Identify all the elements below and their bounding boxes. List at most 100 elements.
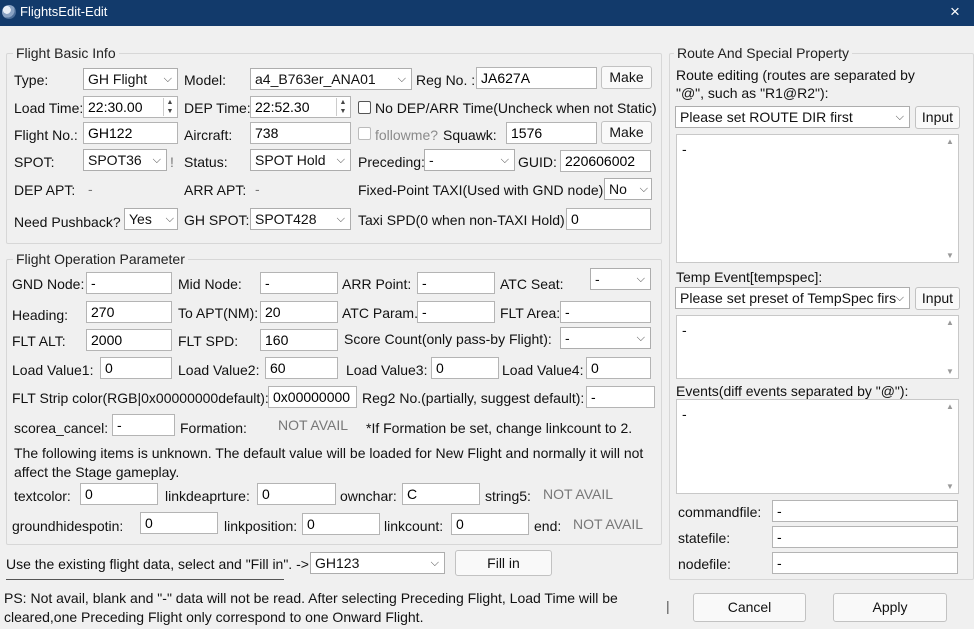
scroll-up-icon[interactable]: ▲	[943, 137, 957, 146]
linkpos-input[interactable]: 0	[302, 513, 380, 535]
spot-select[interactable]: SPOT36 ⌵	[83, 149, 167, 171]
events-textarea[interactable]: - ▲ ▼	[676, 399, 959, 494]
reg-input[interactable]: JA627A	[476, 67, 597, 89]
fltalt-label: FLT ALT:	[12, 333, 66, 349]
statefile-input[interactable]: -	[772, 526, 958, 548]
heading-input[interactable]: 270	[86, 301, 172, 323]
ghspot-select[interactable]: SPOT428 ⌵	[250, 208, 351, 230]
route-textarea[interactable]: - ▲ ▼	[676, 134, 959, 263]
title-bar: FlightsEdit-Edit ×	[0, 0, 974, 26]
scroll-down-icon[interactable]: ▼	[943, 367, 957, 376]
route-text: -	[682, 141, 687, 157]
scroll-up-icon[interactable]: ▲	[943, 402, 957, 411]
deptime-spinner[interactable]: ▲ ▼	[336, 98, 349, 116]
temp-input-button[interactable]: Input	[915, 287, 960, 310]
type-label: Type:	[14, 72, 49, 88]
nodep-checkbox[interactable]	[358, 101, 371, 114]
arrpoint-input[interactable]: -	[417, 272, 495, 294]
temp-textarea[interactable]: - ▲ ▼	[676, 315, 959, 379]
textcolor-label: textcolor:	[14, 488, 71, 504]
end-label: end:	[534, 518, 562, 534]
followme-checkbox[interactable]	[358, 127, 371, 140]
make-reg-button[interactable]: Make	[601, 66, 652, 89]
followme-label: followme?	[375, 127, 439, 143]
scroll-down-icon[interactable]: ▼	[943, 482, 957, 491]
route-input-button[interactable]: Input	[915, 106, 960, 129]
squawk-label: Squawk:	[443, 127, 497, 143]
loadtime-input[interactable]: 22:30.00 ▲ ▼	[83, 96, 178, 118]
depapt-label: DEP APT:	[14, 182, 76, 198]
flightno-input[interactable]: GH122	[83, 122, 178, 144]
status-select[interactable]: SPOT Hold ⌵	[250, 149, 351, 171]
spin-down-icon[interactable]: ▼	[337, 107, 349, 116]
squawk-input[interactable]: 1576	[506, 122, 597, 144]
ghspot-value: SPOT428	[255, 211, 317, 227]
close-icon[interactable]: ×	[950, 2, 960, 22]
aircraft-input[interactable]: 738	[250, 122, 351, 144]
lv3-input[interactable]: 0	[431, 357, 499, 379]
arrpoint-label: ARR Point:	[342, 276, 412, 292]
mid-input[interactable]: -	[260, 272, 338, 294]
atcparam-label: ATC Param.:	[342, 305, 422, 321]
fltalt-input[interactable]: 2000	[86, 329, 172, 351]
toapt-input[interactable]: 20	[260, 301, 338, 323]
scroll-up-icon[interactable]: ▲	[943, 318, 957, 327]
guid-input[interactable]: 220606002	[560, 150, 651, 172]
loadtime-spinner[interactable]: ▲ ▼	[163, 98, 176, 116]
nodep-label: No DEP/ARR Time(Uncheck when not Static)	[375, 100, 657, 116]
scorea-input[interactable]: -	[112, 414, 175, 436]
preceding-select[interactable]: - ⌵	[424, 149, 515, 171]
fixedtaxi-select[interactable]: No ⌵	[604, 178, 652, 200]
textcolor-input[interactable]: 0	[80, 483, 158, 505]
lv2-input[interactable]: 60	[265, 357, 338, 379]
fltarea-input[interactable]: -	[560, 301, 651, 323]
chevron-down-icon: ⌵	[152, 154, 161, 166]
cancel-button[interactable]: Cancel	[693, 593, 806, 622]
events-scrollbar[interactable]: ▲ ▼	[943, 401, 957, 492]
model-value: a4_B763er_ANA01	[255, 71, 376, 87]
linkdep-input[interactable]: 0	[257, 483, 336, 505]
fill-in-button[interactable]: Fill in	[455, 550, 552, 576]
spin-up-icon[interactable]: ▲	[337, 98, 349, 107]
type-select[interactable]: GH Flight ⌵	[83, 68, 178, 90]
route-dir-select[interactable]: Please set ROUTE DIR first ⌵	[675, 106, 910, 128]
apply-button[interactable]: Apply	[833, 593, 947, 622]
spin-up-icon[interactable]: ▲	[164, 98, 176, 107]
taxispd-input[interactable]: 0	[566, 208, 651, 230]
ownchar-input[interactable]: C	[402, 483, 480, 505]
chevron-down-icon: ⌵	[397, 73, 406, 85]
commandfile-input[interactable]: -	[772, 500, 958, 522]
deptime-input[interactable]: 22:52.30 ▲ ▼	[250, 96, 351, 118]
ghide-input[interactable]: 0	[140, 512, 218, 534]
nodefile-input[interactable]: -	[772, 552, 958, 574]
score-select[interactable]: - ⌵	[560, 327, 651, 349]
reg2-input[interactable]: -	[586, 386, 655, 408]
lv1-input[interactable]: 0	[100, 357, 172, 379]
pushback-value: Yes	[129, 211, 152, 227]
string5-label: string5:	[485, 488, 531, 504]
atcparam-input[interactable]: -	[417, 301, 495, 323]
atcseat-select[interactable]: - ⌵	[590, 268, 651, 290]
spin-down-icon[interactable]: ▼	[164, 107, 176, 116]
pushback-select[interactable]: Yes ⌵	[124, 208, 178, 230]
status-value: SPOT Hold	[255, 152, 326, 168]
linkcount-input[interactable]: 0	[451, 513, 529, 535]
fltspd-input[interactable]: 160	[260, 329, 338, 351]
chevron-down-icon: ⌵	[336, 213, 345, 225]
preceding-label: Preceding:	[358, 154, 425, 170]
scroll-down-icon[interactable]: ▼	[943, 251, 957, 260]
temp-select[interactable]: Please set preset of TempSpec firs ⌵	[675, 287, 910, 309]
make-squawk-button[interactable]: Make	[601, 121, 652, 144]
model-select[interactable]: a4_B763er_ANA01 ⌵	[250, 68, 412, 90]
unknown-note-line2: affect the Stage gameplay.	[14, 464, 180, 480]
temp-scrollbar[interactable]: ▲ ▼	[943, 317, 957, 377]
fill-select[interactable]: GH123 ⌵	[310, 552, 445, 574]
route-editing-line1: Route editing (routes are separated by	[676, 67, 915, 83]
strip-input[interactable]: 0x00000000	[268, 386, 357, 408]
gnd-input[interactable]: -	[86, 272, 172, 294]
basic-info-title: Flight Basic Info	[13, 45, 119, 61]
route-scrollbar[interactable]: ▲ ▼	[943, 136, 957, 261]
deptime-label: DEP Time:	[184, 100, 251, 116]
lv4-input[interactable]: 0	[586, 357, 651, 379]
spot-warning-icon: !	[170, 154, 174, 170]
